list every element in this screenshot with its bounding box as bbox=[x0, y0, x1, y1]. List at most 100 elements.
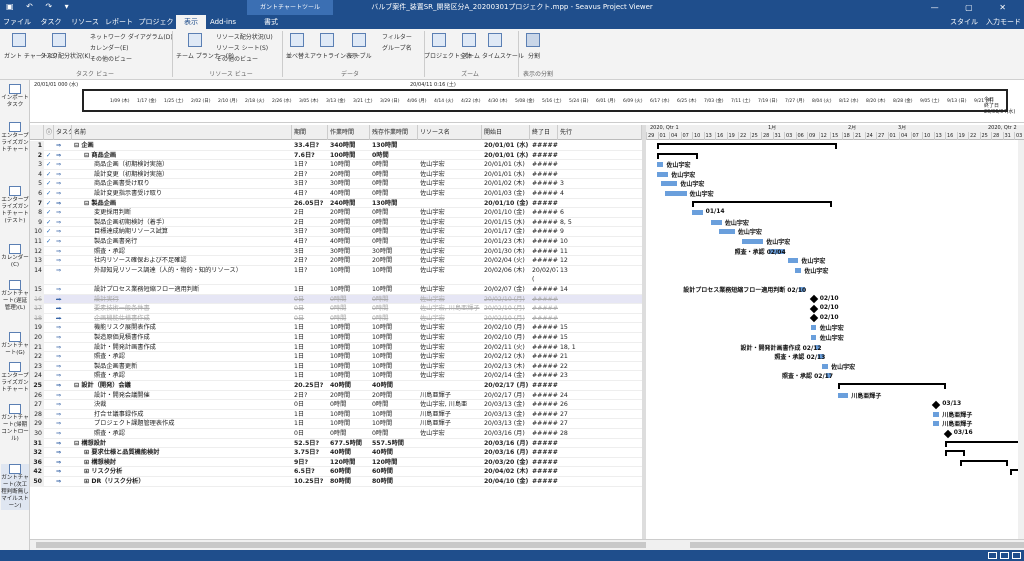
column-header[interactable]: 作業時間 bbox=[328, 125, 370, 140]
task-bar[interactable] bbox=[810, 325, 817, 331]
milestone-diamond[interactable] bbox=[943, 429, 952, 438]
task-bar[interactable] bbox=[718, 229, 735, 235]
table-row[interactable]: 12 ⇒ 照査・承認 3日 30時間 30時間 佐山宇宏 20/01/30 (木) ######… bbox=[30, 246, 642, 257]
zoom-slider-icon[interactable] bbox=[1012, 552, 1021, 559]
sheet-scroll-thumb[interactable] bbox=[36, 542, 646, 548]
view-calendar[interactable]: カレンダー(C) bbox=[1, 244, 29, 269]
table-row[interactable]: 8✓ ⇒ 変更採用判断 2日 20時間 0時間 佐山宇宏 20/01/10 (金) ######… bbox=[30, 208, 642, 218]
table-row[interactable]: 23 ⇒ 製品企画書更新 1日 10時間 10時間 佐山宇宏 20/02/13 (木) ####… bbox=[30, 361, 642, 372]
table-row[interactable]: 13 ⇒ 社内リソース確保および不足確認 2日? 20時間 20時間 佐山宇宏 20/02/0… bbox=[30, 256, 642, 266]
summary-bar[interactable] bbox=[944, 450, 965, 457]
sort-button[interactable]: 並べ替え bbox=[286, 51, 310, 60]
task-bar[interactable] bbox=[933, 421, 939, 427]
table-row[interactable]: 11 ✓ ⇒ 製品企画書発行 4日? 40時間 0時間 佐山宇宏 20/01/23 (木) ###… bbox=[30, 237, 642, 247]
timeline[interactable]: 20/01/01 000 (水) 20/04/11 0:16 (土) 終了日 2… bbox=[30, 80, 1024, 123]
calendar-button[interactable]: カレンダー(E) bbox=[90, 43, 128, 52]
view-import-task[interactable]: インポートタスク bbox=[1, 84, 29, 109]
task-bar[interactable] bbox=[933, 411, 939, 417]
task-sheet[interactable]: ⓘタスクモード名前期間作業時間残存作業時間リソース名開始日終了日先行 1 ⇒ ⊟ 企… bbox=[30, 125, 642, 539]
view-gantt-delay[interactable]: ガントチャート(遅延管理)(L) bbox=[1, 280, 29, 312]
filter-button[interactable]: フィルター bbox=[382, 32, 412, 41]
milestone-diamond[interactable] bbox=[809, 314, 818, 323]
column-header[interactable]: 期間 bbox=[292, 125, 328, 140]
table-row[interactable]: 27 ⇒ 決裁 0日 0時間 0時間 佐山宇宏, 川島亜 20/03/13 (金) ######… bbox=[30, 400, 642, 410]
table-row[interactable]: 2✓ ⇒ ⊟ 商品企画 7.6日? 100時間 0時間 20/01/01 (水)######… bbox=[30, 150, 642, 161]
column-header[interactable]: 残存作業時間 bbox=[370, 125, 418, 140]
horizontal-scrollbar[interactable] bbox=[30, 539, 1024, 550]
resource-usage-button[interactable]: リソース配分状況(U) bbox=[216, 32, 273, 41]
task-bar[interactable] bbox=[657, 171, 669, 177]
table-row[interactable]: 32 ⇒ ⊞ 要求仕様と品質機能検討 3.75日? 40時間 40時間 20/03/16 (… bbox=[30, 448, 642, 458]
table-row[interactable]: 28 ⇒ 打合せ議事録作成 1日 10時間 10時間 川島亜輝子 20/03/13 (金) ##… bbox=[30, 409, 642, 420]
table-row[interactable]: 4 ✓ ⇒ 設計変更（初期検討実施） 2日? 20時間 0時間 佐山宇宏 20/01/01 (水… bbox=[30, 169, 642, 180]
summary-bar[interactable] bbox=[944, 440, 1024, 447]
vertical-scrollbar[interactable] bbox=[1018, 140, 1024, 539]
gantt-chart[interactable]: 2020, Qtr 1 1月 2月 3月 2020, Qtr 2 29 01 04 07 10 13… bbox=[646, 125, 1024, 539]
view-gantt-chart[interactable]: ガントチャート(G) bbox=[1, 332, 29, 357]
table-row[interactable]: 26 ⇒ 設計・開発会議開催 2日? 20時間 20時間 川島亜輝子 20/02/17 (月)… bbox=[30, 390, 642, 401]
table-row[interactable]: 31 ⇒ ⊟ 構想設計 52.5日? 677.5時間 557.5時間 20/03/16 (月… bbox=[30, 438, 642, 449]
sheet-view-icon[interactable] bbox=[1000, 552, 1009, 559]
table-row[interactable]: 9 ✓ ⇒ 製品企画初期検討（着手） 2日 20時間 0時間 佐山宇宏 20/01/15 (水)… bbox=[30, 217, 642, 228]
task-bar[interactable] bbox=[711, 219, 722, 225]
table-row[interactable]: 30 ⇒ 照査・承認 0日 0時間 0時間 佐山宇宏 20/03/16 (月) ########… bbox=[30, 429, 642, 439]
table-row[interactable]: 22 ⇒ 照査・承認 1日 10時間 10時間 佐山宇宏 20/02/12 (水) ######… bbox=[30, 352, 642, 362]
style-button[interactable]: スタイル bbox=[950, 15, 978, 29]
column-header[interactable]: ⓘ bbox=[44, 125, 54, 140]
task-bar[interactable] bbox=[657, 162, 663, 168]
task-bar[interactable] bbox=[837, 392, 849, 398]
other-views-button-2[interactable]: その他のビュー bbox=[216, 54, 258, 63]
table-row[interactable]: 29 ⇒ プロジェクト課題管理表作成 1日 10時間 10時間 川島亜輝子 20/03/13 … bbox=[30, 419, 642, 429]
table-row[interactable]: 10 ✓ ⇒ 目標達成納期リソース試算 3日? 30時間 0時間 佐山宇宏 20/01/17 (… bbox=[30, 227, 642, 237]
table-row[interactable]: 6 ✓ ⇒ 設計変更指示書受け取り 4日? 40時間 0時間 佐山宇宏 20/01/03 (金)… bbox=[30, 189, 642, 199]
table-row[interactable]: 18 ⇒ 企画機能仕様書作成 0日 0時間 0時間 佐山宇宏 20/02/10 (月) ####… bbox=[30, 313, 642, 324]
table-row[interactable]: 42 ⇒ ⊞ リスク分析 6.5日? 60時間 60時間 20/04/02 (木) #####… bbox=[30, 467, 642, 477]
window-controls[interactable]: — ▢ ✕ bbox=[931, 0, 1018, 15]
tab-file[interactable]: ファイル bbox=[0, 15, 34, 29]
tab-addins[interactable]: Add-ins bbox=[206, 15, 240, 29]
table-button[interactable]: テーブル bbox=[348, 51, 372, 60]
resource-sheet-button[interactable]: リソース シート(S) bbox=[216, 43, 268, 52]
summary-bar[interactable] bbox=[691, 200, 832, 207]
table-row[interactable]: 21 ⇒ 設計・開発計画書作成 1日 10時間 10時間 佐山宇宏 20/02/11 (火) #… bbox=[30, 342, 642, 353]
summary-bar[interactable] bbox=[657, 152, 699, 159]
network-diagram-button[interactable]: ネットワーク ダイアグラム(D) bbox=[90, 32, 173, 41]
table-row[interactable]: 36 ⇒ ⊞ 構想検討 9日? 120時間 120時間 20/03/20 (金)######… bbox=[30, 457, 642, 468]
table-row[interactable]: 15 ⇒ 設計プロセス業務短縮フロー適用判断 1日 10時間 10時間 佐山宇宏 20/02/… bbox=[30, 285, 642, 295]
tab-view[interactable]: 表示 bbox=[176, 15, 206, 29]
summary-bar[interactable] bbox=[960, 459, 1009, 466]
column-header[interactable]: タスクモード bbox=[54, 125, 72, 140]
column-header[interactable]: 開始日 bbox=[482, 125, 530, 140]
column-header[interactable]: リソース名 bbox=[418, 125, 482, 140]
task-bar[interactable] bbox=[665, 191, 687, 196]
table-row[interactable]: 24 ⇒ 照査・承認 1日 10時間 10時間 佐山宇宏 20/02/14 (金) ######… bbox=[30, 371, 642, 381]
column-header[interactable]: 先行 bbox=[558, 125, 642, 140]
task-bar[interactable] bbox=[741, 239, 764, 244]
split-button[interactable]: 分割 bbox=[528, 51, 540, 60]
table-row[interactable]: 14 ⇒ 外部知見リソース調達（人的・物的・知的リソース） 1日? 10時間 10時間 佐山… bbox=[30, 265, 642, 285]
tab-resource[interactable]: リソース bbox=[68, 15, 102, 29]
milestone-diamond[interactable] bbox=[932, 400, 941, 409]
gantt-scroll-thumb[interactable] bbox=[690, 542, 1024, 548]
summary-bar[interactable] bbox=[837, 383, 947, 389]
task-bar[interactable] bbox=[795, 267, 801, 273]
column-header[interactable]: 終了日 bbox=[530, 125, 558, 140]
table-row[interactable]: 17 ⇒ 要素技術一般条件書 0日 0時間 0時間 佐山宇宏, 川島亜輝子 20/02/10 … bbox=[30, 304, 642, 314]
task-bar[interactable] bbox=[810, 335, 817, 340]
column-header[interactable] bbox=[30, 125, 44, 140]
milestone-diamond[interactable] bbox=[809, 304, 818, 313]
view-gantt-milestone[interactable]: ガントチャート(次工程判断無しマイルストーン) bbox=[1, 464, 29, 510]
task-bar[interactable] bbox=[822, 363, 828, 369]
zoom-button[interactable]: ズーム bbox=[462, 51, 480, 60]
view-enterprise-gantt-test[interactable]: エンタープライズガントチャート(テスト) bbox=[1, 186, 29, 225]
summary-bar[interactable] bbox=[657, 143, 837, 149]
table-row[interactable]: 25 ⇒ ⊟ 設計（開発）会議 20.25日? 40時間 40時間 20/02/17 (月)… bbox=[30, 381, 642, 391]
tab-report[interactable]: レポート bbox=[102, 15, 136, 29]
task-bar[interactable] bbox=[661, 181, 678, 187]
view-enterprise-gantt[interactable]: エンタープライズガントチャート bbox=[1, 122, 29, 154]
input-mode-button[interactable]: 入力モード bbox=[986, 15, 1021, 29]
task-bar[interactable] bbox=[691, 210, 703, 216]
table-row[interactable]: 7 ✓ ⇒ ⊟ 製品企画 26.05日? 240時間 130時間 20/01/10 (金) ##… bbox=[30, 198, 642, 209]
table-row[interactable]: 50 ⇒ ⊞ DR（リスク分析） 10.25日? 80時間 80時間 20/04/10 (金… bbox=[30, 477, 642, 487]
column-header[interactable]: 名前 bbox=[72, 125, 292, 140]
